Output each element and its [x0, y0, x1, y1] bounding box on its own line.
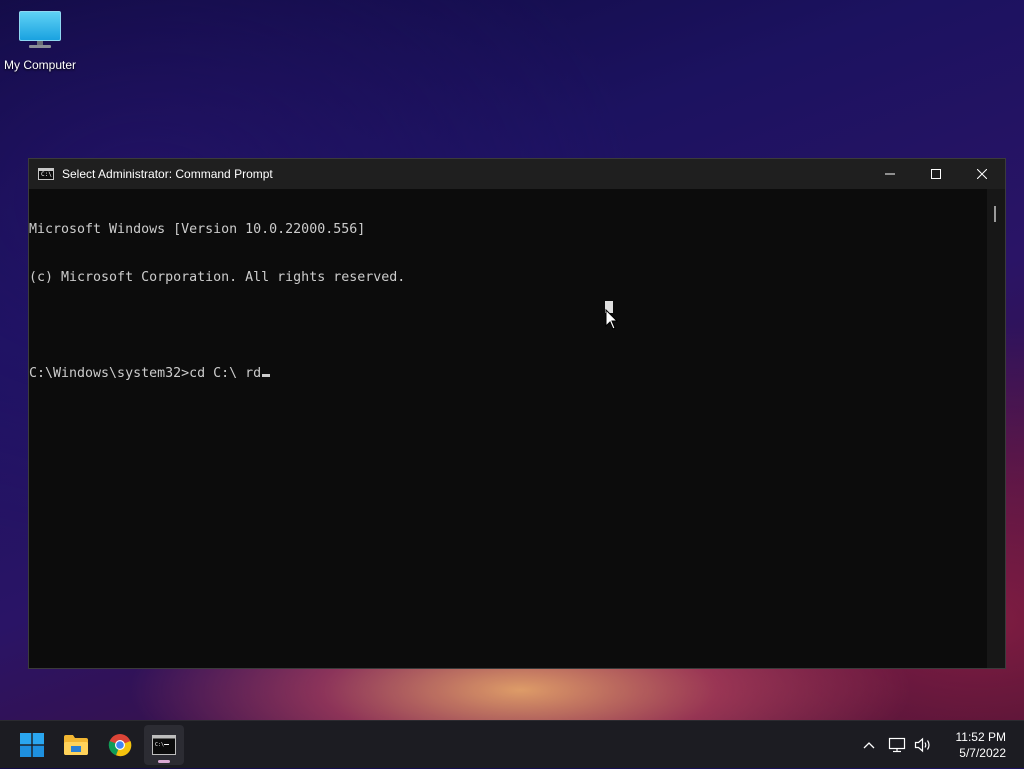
- desktop-icon-my-computer[interactable]: My Computer: [2, 8, 78, 72]
- console-output[interactable]: Microsoft Windows [Version 10.0.22000.55…: [29, 189, 987, 668]
- maximize-icon: [931, 169, 941, 179]
- volume-button[interactable]: [910, 730, 936, 760]
- console-line: (c) Microsoft Corporation. All rights re…: [29, 270, 406, 285]
- clock-time: 11:52 PM: [955, 730, 1006, 744]
- chrome-icon: [108, 734, 132, 757]
- cmd-icon: C:\: [38, 168, 54, 180]
- start-button[interactable]: [12, 725, 52, 765]
- minimize-icon: [885, 173, 895, 175]
- scrollbar-thumb[interactable]: [994, 206, 996, 222]
- command-prompt-window: C:\ Select Administrator: Command Prompt…: [28, 158, 1006, 669]
- close-button[interactable]: [959, 159, 1005, 189]
- text-cursor: [262, 374, 271, 377]
- window-title: Select Administrator: Command Prompt: [62, 167, 273, 181]
- maximize-button[interactable]: [913, 159, 959, 189]
- chevron-up-icon: [863, 742, 875, 749]
- taskbar-command-prompt[interactable]: C:\: [144, 725, 184, 765]
- network-icon: [888, 737, 906, 753]
- desktop-icon-label: My Computer: [3, 58, 77, 72]
- clock-date: 5/7/2022: [959, 746, 1006, 760]
- mouse-pointer-icon: [605, 301, 618, 330]
- windows-logo-icon: [20, 733, 44, 757]
- monitor-icon: [19, 8, 61, 48]
- console-prompt-text: C:\Windows\system32>cd C:\ rd: [29, 366, 262, 381]
- cmd-icon: C:\: [152, 735, 176, 755]
- system-tray: [854, 721, 936, 769]
- console-scrollbar[interactable]: [987, 189, 1005, 668]
- console-prompt-line: C:\Windows\system32>cd C:\ rd: [29, 366, 987, 382]
- minimize-button[interactable]: [867, 159, 913, 189]
- network-button[interactable]: [884, 730, 910, 760]
- volume-icon: [914, 737, 930, 753]
- folder-icon: [64, 735, 88, 755]
- taskbar-clock[interactable]: 11:52 PM 5/7/2022: [956, 729, 1006, 761]
- svg-text:C:\: C:\: [155, 742, 164, 748]
- active-app-indicator: [158, 760, 170, 763]
- show-hidden-icons-button[interactable]: [854, 730, 884, 760]
- taskbar-chrome[interactable]: [100, 725, 140, 765]
- taskbar: C:\ 11:52 PM 5/7/2022: [0, 720, 1024, 768]
- taskbar-file-explorer[interactable]: [56, 725, 96, 765]
- window-titlebar[interactable]: C:\ Select Administrator: Command Prompt: [29, 159, 1005, 189]
- close-icon: [977, 169, 987, 179]
- console-line: Microsoft Windows [Version 10.0.22000.55…: [29, 222, 366, 237]
